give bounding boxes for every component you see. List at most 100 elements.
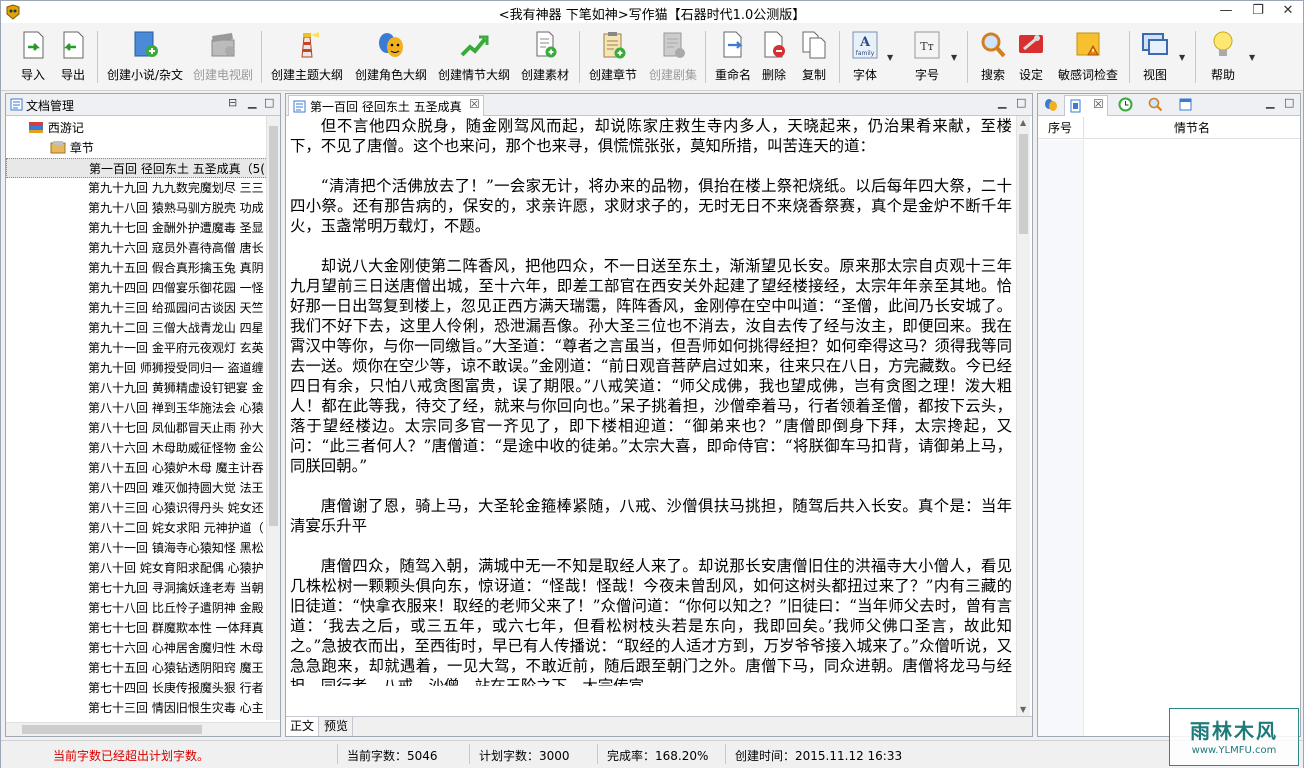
tab-close-icon[interactable]: ☒ [469, 97, 480, 111]
chapter-list-item[interactable]: 第九十七回 金酬外护遭魔毒 圣显 [6, 218, 266, 238]
chapter-list-item[interactable]: 第九十二回 三僧大战青龙山 四星 [6, 318, 266, 338]
window-tab-icon[interactable] [1178, 97, 1193, 112]
create-theme-outline-button[interactable]: 创建主题大纲 [267, 27, 347, 87]
rename-button[interactable]: 重命名 [711, 27, 755, 87]
plot-tab[interactable]: ☒ [1064, 95, 1108, 116]
search-icon [981, 32, 1006, 58]
tree-folder-item[interactable]: 章节 [50, 138, 94, 158]
help-dropdown-icon[interactable]: ▼ [1249, 53, 1255, 62]
text-tab[interactable]: 正文 [286, 717, 320, 736]
editor-vertical-scrollbar[interactable]: ▲ ▼ [1016, 116, 1030, 716]
chapter-text-editor[interactable]: 但不言他四众脱身，随金刚驾风而起，却说陈家庄救生寺内多人，天晓起来，仍治果肴来献… [290, 116, 1012, 686]
chapter-list-item[interactable]: 第九十三回 给孤园问古谈因 天竺 [6, 298, 266, 318]
import-button[interactable]: 导入 [15, 27, 51, 87]
preview-tab[interactable]: 预览 [320, 717, 354, 736]
chapter-list-item[interactable]: 第一百回 径回东土 五圣成真（5( [6, 158, 266, 178]
chapter-tab[interactable]: 第一百回 径回东土 五圣成真 ☒ [288, 95, 484, 116]
toolbar-separator [1129, 31, 1130, 83]
copy-button[interactable]: 复制 [797, 27, 831, 87]
chapter-list-item[interactable]: 第八十二回 姹女求阳 元神护道（ [6, 518, 266, 538]
plot-panel-minimize-button[interactable]: ▁ [1266, 96, 1274, 109]
editor-maximize-button[interactable]: □ [1016, 96, 1026, 109]
help-button[interactable]: 帮助 [1203, 27, 1243, 87]
chapter-list-item[interactable]: 第八十八回 禅到玉华施法会 心猿 [6, 398, 266, 418]
plot-tab-close-icon[interactable]: ☒ [1093, 97, 1104, 111]
chapter-list-item[interactable]: 第九十九回 九九数完魔划尽 三三 [6, 178, 266, 198]
create-material-button[interactable]: 创建素材 [517, 27, 573, 87]
font-button[interactable]: Afamily 字体 [847, 27, 883, 87]
sensitive-word-check-button[interactable]: 敏感词检查 [1053, 27, 1123, 87]
chapter-list-item[interactable]: 第九十一回 金平府元夜观灯 玄英 [6, 338, 266, 358]
editor-paragraph[interactable]: 唐僧四众，随驾入朝，满城中无一不知是取经人来了。却说那长安唐僧旧住的洪福寺大小僧… [290, 556, 1012, 686]
chapter-list-item[interactable]: 第七十三回 情因旧恨生灾毒 心主 [6, 698, 266, 718]
restore-button[interactable]: ❐ [1243, 1, 1273, 21]
chapter-list-item[interactable]: 第八十四回 难灭伽持圆大觉 法王 [6, 478, 266, 498]
chapter-list-item[interactable]: 第九十八回 猿熟马驯方脱壳 功成 [6, 198, 266, 218]
chapter-list-item[interactable]: 第七十九回 寻洞擒妖逢老寿 当朝 [6, 578, 266, 598]
svg-text:family: family [856, 50, 875, 57]
create-novel-button[interactable]: 创建小说/杂文 [103, 27, 187, 87]
plot-panel-tabs: ☒ ▁ □ [1038, 94, 1300, 116]
fontsize-button[interactable]: Tт 字号 [907, 27, 947, 87]
chapter-list-item[interactable]: 第九十六回 寇员外喜待高僧 唐长 [6, 238, 266, 258]
chapter-list-item[interactable]: 第八十六回 木母助威征怪物 金公 [6, 438, 266, 458]
chapter-list-item[interactable]: 第七十五回 心猿钻透阴阳窍 魔王 [6, 658, 266, 678]
chapter-list-item[interactable]: 第七十七回 群魔欺本性 一体拜真 [6, 618, 266, 638]
chapter-list-item[interactable]: 第八十七回 凤仙郡冒天止雨 孙大 [6, 418, 266, 438]
create-role-outline-button[interactable]: 创建角色大纲 [351, 27, 431, 87]
scroll-down-icon[interactable]: ▼ [1020, 705, 1026, 714]
editor-minimize-button[interactable]: ▁ [998, 96, 1006, 109]
chapter-list-item[interactable]: 第九十回 师狮授受同归一 盗道缠 [6, 358, 266, 378]
chapter-list-item[interactable]: 第八十九回 黄狮精虚设钉钯宴 金 [6, 378, 266, 398]
view-dropdown-icon[interactable]: ▼ [1179, 53, 1185, 62]
scroll-up-icon[interactable]: ▲ [1020, 118, 1026, 127]
editor-paragraph[interactable]: “清清把个活佛放去了！”一会家无计，将办来的品物，俱抬在楼上祭祀烧纸。以后每年四… [290, 176, 1012, 236]
settings-button[interactable]: 设定 [1013, 27, 1049, 87]
panel-collapse-button[interactable]: ⊟ [228, 96, 237, 109]
chapter-list-item[interactable]: 第七十六回 心神居舍魔归性 木母 [6, 638, 266, 658]
chapter-list-item[interactable]: 第八十五回 心猿妒木母 魔主计吞 [6, 458, 266, 478]
chapter-list-item[interactable]: 第九十四回 四僧宴乐御花园 一怪 [6, 278, 266, 298]
history-tab-icon[interactable] [1118, 97, 1133, 112]
view-button[interactable]: 视图 [1137, 27, 1173, 87]
panel-minimize-button[interactable]: ▁ [248, 96, 256, 109]
search-tab-icon[interactable] [1148, 97, 1163, 112]
fontsize-dropdown-icon[interactable]: ▼ [951, 53, 957, 62]
editor-paragraph[interactable]: 唐僧谢了恩，骑上马，大圣轮金箍棒紧随，八戒、沙僧俱扶马挑担，随驾后共入长安。真个… [290, 496, 1012, 536]
row-number-column [1038, 140, 1084, 736]
editor-paragraph[interactable]: 但不言他四众脱身，随金刚驾风而起，却说陈家庄救生寺内多人，天晓起来，仍治果肴来献… [290, 116, 1012, 156]
tree-vertical-scrollbar[interactable] [266, 116, 280, 720]
editor-tab-bar: 第一百回 径回东土 五圣成真 ☒ ▁ □ [286, 94, 1032, 116]
font-dropdown-icon[interactable]: ▼ [887, 53, 893, 62]
chapter-list-item[interactable]: 第八十回 姹女育阳求配偶 心猿护 [6, 558, 266, 578]
create-tv-button[interactable]: 创建电视剧 [189, 27, 257, 87]
column-header-no[interactable]: 序号 [1038, 117, 1084, 139]
create-chapter-button[interactable]: 创建章节 [585, 27, 641, 87]
role-masks-tab-icon[interactable] [1043, 97, 1058, 112]
app-window: <我有神器 下笔如神>写作猫【石器时代1.0公测版】 — ❐ ✕ 导入 导出 创… [0, 0, 1304, 768]
tree-scroll-thumb[interactable] [269, 126, 278, 526]
create-plot-outline-button[interactable]: 创建情节大纲 [433, 27, 515, 87]
minimize-button[interactable]: — [1211, 1, 1241, 21]
close-button[interactable]: ✕ [1273, 1, 1303, 21]
chapter-list-item[interactable]: 第七十八回 比丘怜子遣阴神 金殿 [6, 598, 266, 618]
tree-horizontal-scrollbar[interactable] [6, 722, 280, 736]
delete-button[interactable]: 删除 [757, 27, 791, 87]
export-button[interactable]: 导出 [55, 27, 91, 87]
editor-paragraph[interactable]: 却说八大金刚使第二阵香风，把他四众，不一日送至东土，渐渐望见长安。原来那太宗自贞… [290, 256, 1012, 476]
column-header-plot-name[interactable]: 情节名 [1084, 117, 1300, 139]
panel-maximize-button[interactable]: □ [264, 96, 274, 109]
tree-book-item[interactable]: 西游记 [28, 118, 84, 138]
plot-panel-maximize-button[interactable]: □ [1284, 96, 1294, 109]
chapter-list-item[interactable]: 第九十五回 假合真形擒玉兔 真阴 [6, 258, 266, 278]
create-episode-button[interactable]: 创建剧集 [645, 27, 701, 87]
sticky-note-warning-icon [1076, 32, 1100, 56]
chapter-tab-label: 第一百回 径回东土 五圣成真 [310, 100, 462, 114]
editor-scroll-thumb[interactable] [1019, 134, 1028, 234]
search-button[interactable]: 搜索 [975, 27, 1011, 87]
chapter-list-item[interactable]: 第八十一回 镇海寺心猿知怪 黑松 [6, 538, 266, 558]
chapter-list-item[interactable]: 第八十三回 心猿识得丹头 姹女还 [6, 498, 266, 518]
delete-icon [764, 31, 785, 58]
tree-hscroll-thumb[interactable] [22, 725, 202, 734]
chapter-list-item[interactable]: 第七十四回 长庚传报魔头狠 行者 [6, 678, 266, 698]
